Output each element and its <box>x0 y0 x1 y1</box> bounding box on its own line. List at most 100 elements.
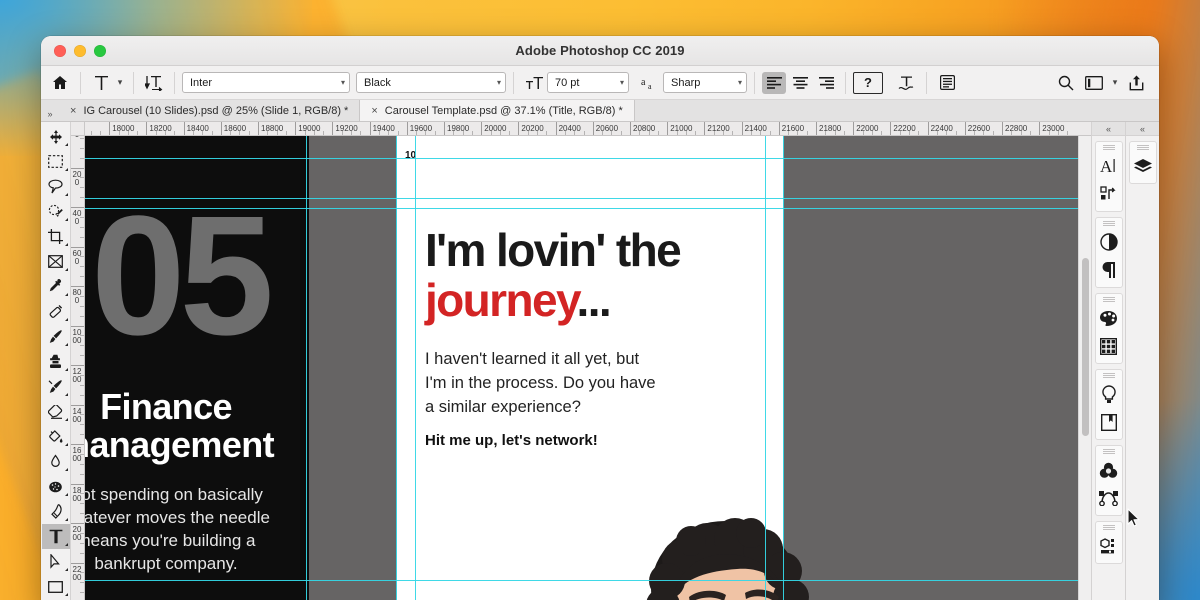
ruler-minor-tick <box>80 305 84 307</box>
anti-aliasing-select[interactable]: Sharp ▾ <box>663 72 747 93</box>
layers-stack-icon[interactable] <box>1130 152 1156 180</box>
adjustments-half-circle-icon[interactable] <box>1096 228 1122 256</box>
ruler-minor-tick <box>546 131 548 135</box>
ruler-minor-tick <box>80 216 84 218</box>
crop-tool[interactable] <box>42 224 70 249</box>
ruler-minor-tick <box>360 131 362 135</box>
tab-overflow-chevrons-icon[interactable]: » <box>41 100 59 121</box>
align-center-button[interactable] <box>788 72 812 94</box>
window-titlebar[interactable]: Adobe Photoshop CC 2019 <box>41 36 1159 66</box>
spot-healing-brush-tool[interactable] <box>42 299 70 324</box>
workspace-chevron-down-icon[interactable]: ▾ <box>1109 77 1121 88</box>
pilcrow-icon[interactable] <box>1096 256 1122 284</box>
palette-icon[interactable] <box>1096 304 1122 332</box>
horizontal-ruler[interactable]: 0180001820018400186001880019000192001940… <box>85 122 1091 136</box>
color-wheels-icon[interactable] <box>1096 456 1122 484</box>
ruler-minor-tick <box>1011 131 1013 135</box>
warp-text-icon[interactable] <box>893 71 919 95</box>
properties-icon[interactable] <box>1096 532 1122 560</box>
font-style-select[interactable]: Black ▾ <box>356 72 506 93</box>
libraries-book-icon[interactable] <box>1096 408 1122 436</box>
panel-grip[interactable] <box>1136 145 1149 150</box>
canvas-vertical-scrollbar[interactable] <box>1078 136 1091 600</box>
eraser-tool[interactable] <box>42 399 70 424</box>
search-icon[interactable] <box>1053 71 1079 95</box>
lightbulb-icon[interactable] <box>1096 380 1122 408</box>
type-tool-chevron-down-icon[interactable]: ▾ <box>114 77 126 88</box>
share-icon[interactable] <box>1123 71 1149 95</box>
path-selection-tool[interactable] <box>42 549 70 574</box>
align-right-button[interactable] <box>814 72 838 94</box>
lasso-tool[interactable] <box>42 174 70 199</box>
history-brush-tool[interactable] <box>42 374 70 399</box>
ruler-minor-tick <box>843 131 845 135</box>
character-paragraph-panels-icon[interactable] <box>934 71 960 95</box>
blur-tool[interactable] <box>42 449 70 474</box>
ruler-minor-tick <box>80 503 84 505</box>
bezier-path-icon[interactable] <box>1096 484 1122 512</box>
panel-grip[interactable] <box>1102 373 1115 378</box>
type-tool[interactable] <box>41 524 70 549</box>
ruler-minor-tick <box>80 187 84 189</box>
frame-tool[interactable] <box>42 249 70 274</box>
ruler-corner[interactable] <box>71 122 85 136</box>
ruler-minor-tick <box>80 355 84 357</box>
move-tool[interactable] <box>42 124 70 149</box>
font-size-select[interactable]: 70 pt ▾ <box>547 72 629 93</box>
panel-grip[interactable] <box>1102 221 1115 226</box>
dodge-tool[interactable] <box>42 474 70 499</box>
artboard-slide-05[interactable]: 05 Finance management Not spending on ba… <box>85 136 309 600</box>
ruler-minor-tick <box>80 384 84 386</box>
home-icon[interactable] <box>47 71 73 95</box>
font-family-select[interactable]: Inter ▾ <box>182 72 350 93</box>
quick-selection-tool[interactable] <box>42 199 70 224</box>
document-tab-carousel-template[interactable]: × Carousel Template.psd @ 37.1% (Title, … <box>360 100 635 121</box>
panel-grip[interactable] <box>1102 449 1115 454</box>
tab-close-icon[interactable]: × <box>371 105 377 117</box>
panel-grip[interactable] <box>1102 145 1115 150</box>
character-A-icon[interactable]: A <box>1096 152 1122 180</box>
rectangle-tool[interactable] <box>42 574 70 599</box>
ruler-minor-tick <box>648 131 650 135</box>
document-canvas[interactable]: 05 Finance management Not spending on ba… <box>85 136 1078 600</box>
paint-bucket-tool[interactable] <box>42 424 70 449</box>
align-left-button[interactable] <box>762 71 786 94</box>
slide-heading-line1: Finance <box>100 386 232 427</box>
ruler-minor-tick <box>992 131 994 135</box>
ruler-label: 1800 <box>72 485 82 503</box>
paragraph-styles-icon[interactable] <box>1096 180 1122 208</box>
collapse-panels-icon[interactable]: « <box>1092 122 1125 136</box>
panel-group-adjustments <box>1094 217 1123 288</box>
window-title: Adobe Photoshop CC 2019 <box>515 43 685 58</box>
eyedropper-tool[interactable] <box>42 274 70 299</box>
ruler-minor-tick <box>230 131 232 135</box>
text-color-swatch[interactable]: ? <box>853 71 883 94</box>
workspace-switcher-icon[interactable] <box>1081 71 1107 95</box>
vertical-ruler[interactable]: 0200400600800100012001400160018002000220… <box>71 136 85 600</box>
panel-grip[interactable] <box>1102 525 1115 530</box>
text-align-group <box>762 71 838 94</box>
guide-horizontal <box>85 580 1078 581</box>
clone-stamp-tool[interactable] <box>42 349 70 374</box>
document-tab-bar: » × IG Carousel (10 Slides).psd @ 25% (S… <box>41 100 1159 122</box>
grid-icon[interactable] <box>1096 332 1122 360</box>
type-tool-icon[interactable] <box>88 71 114 95</box>
ruler-minor-tick <box>657 131 659 135</box>
scrollbar-thumb[interactable] <box>1082 258 1089 436</box>
brush-tool[interactable] <box>42 324 70 349</box>
ruler-tick <box>704 122 706 135</box>
ruler-minor-tick <box>713 131 715 135</box>
tab-close-icon[interactable]: × <box>70 105 76 117</box>
ruler-label: 21800 <box>819 124 842 133</box>
ruler-tick <box>71 562 84 564</box>
ruler-tick <box>853 122 855 135</box>
ruler-label: 20600 <box>595 124 619 133</box>
collapse-layers-rail-icon[interactable]: « <box>1126 122 1159 136</box>
ruler-minor-tick <box>285 131 287 135</box>
pen-tool[interactable] <box>42 499 70 524</box>
rectangular-marquee-tool[interactable] <box>42 149 70 174</box>
ruler-minor-tick <box>80 532 84 534</box>
document-tab-ig-carousel[interactable]: × IG Carousel (10 Slides).psd @ 25% (Sli… <box>59 100 361 121</box>
panel-grip[interactable] <box>1102 297 1115 302</box>
toggle-text-orientation-icon[interactable] <box>141 71 167 95</box>
